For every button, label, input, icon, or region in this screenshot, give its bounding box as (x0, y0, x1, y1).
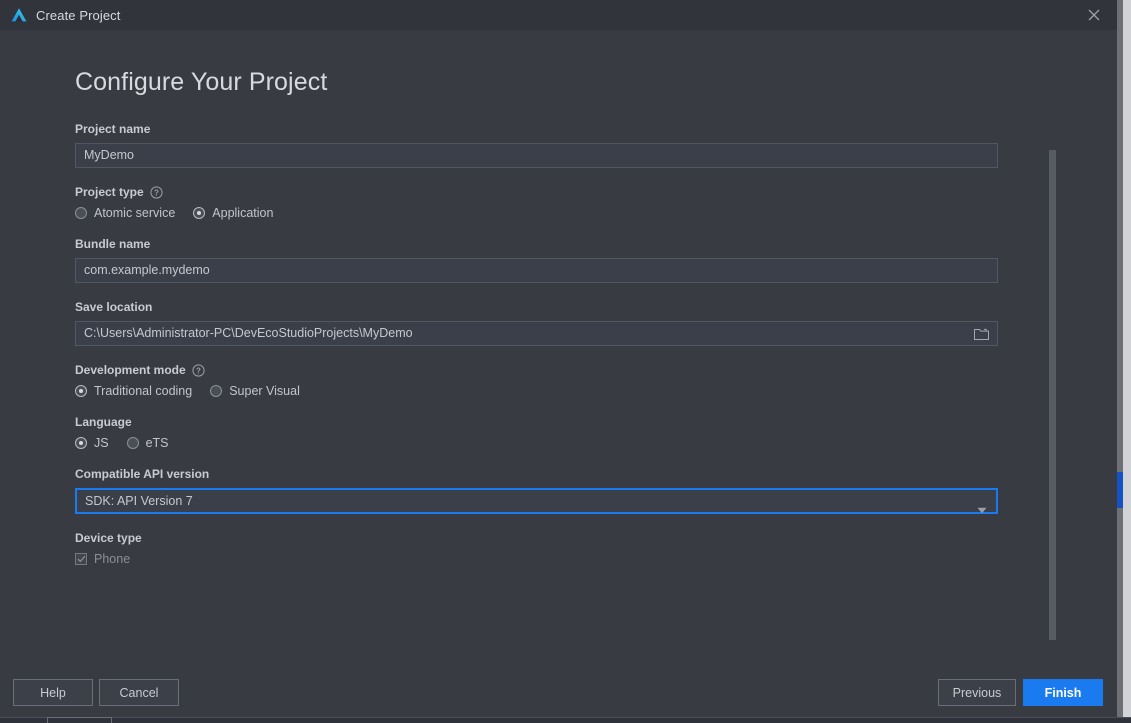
project-name-label: Project name (75, 122, 1000, 136)
finish-button[interactable]: Finish (1023, 679, 1103, 706)
project-type-radio-group: Atomic service Application (75, 206, 1000, 220)
radio-super-visual-indicator (210, 385, 223, 397)
compatible-api-version-label: Compatible API version (75, 467, 1000, 481)
checkbox-phone[interactable]: Phone (75, 552, 130, 566)
radio-application-indicator (193, 207, 206, 219)
help-circle-icon[interactable]: ? (150, 185, 163, 199)
project-name-value: MyDemo (84, 148, 135, 162)
background-window-bottom-divider (0, 717, 1131, 718)
device-type-checkbox-group: Phone (75, 552, 1000, 566)
radio-js-label: JS (94, 436, 109, 450)
radio-ets[interactable]: eTS (126, 436, 169, 450)
device-type-label-text: Device type (75, 531, 142, 545)
help-button[interactable]: Help (13, 679, 93, 706)
radio-application-label: Application (212, 206, 274, 220)
radio-ets-label: eTS (145, 436, 169, 450)
bundle-name-value: com.example.mydemo (84, 263, 210, 277)
compatible-api-version-label-text: Compatible API version (75, 467, 210, 481)
cancel-button[interactable]: Cancel (99, 679, 179, 706)
save-location-input[interactable]: C:\Users\Administrator-PC\DevEcoStudioPr… (75, 321, 998, 346)
radio-js[interactable]: JS (75, 436, 109, 450)
deveco-triangle-logo-icon (10, 7, 28, 23)
help-circle-icon[interactable]: ? (192, 363, 205, 377)
radio-ets-indicator (126, 437, 139, 449)
bundle-name-input[interactable]: com.example.mydemo (75, 258, 998, 283)
dialog-content: Configure Your Project Project name MyDe… (0, 30, 1117, 670)
radio-traditional-coding-label: Traditional coding (94, 384, 193, 398)
compatible-api-version-select[interactable]: SDK: API Version 7 (75, 488, 998, 514)
radio-application[interactable]: Application (193, 206, 273, 220)
checkbox-phone-indicator (75, 553, 87, 565)
chevron-down-icon (977, 499, 987, 521)
radio-atomic-service[interactable]: Atomic service (75, 206, 175, 220)
background-window-right-outer (1123, 0, 1131, 723)
radio-atomic-service-label: Atomic service (94, 206, 176, 220)
development-mode-radio-group: Traditional coding Super Visual (75, 384, 1000, 398)
radio-atomic-service-indicator (75, 207, 87, 219)
radio-traditional-coding-indicator (75, 385, 87, 397)
dialog-footer: Help Cancel Previous Finish (0, 670, 1117, 717)
previous-button[interactable]: Previous (938, 679, 1016, 706)
radio-traditional-coding[interactable]: Traditional coding (75, 384, 192, 398)
project-type-label: Project type ? (75, 185, 1000, 199)
project-name-label-text: Project name (75, 122, 151, 136)
bundle-name-label-text: Bundle name (75, 237, 151, 251)
development-mode-label: Development mode ? (75, 363, 1000, 377)
checkbox-phone-label: Phone (94, 552, 131, 566)
background-window-right-highlight (1116, 472, 1123, 508)
development-mode-label-text: Development mode (75, 363, 186, 377)
svg-text:?: ? (154, 188, 159, 197)
compatible-api-version-value: SDK: API Version 7 (85, 494, 193, 508)
device-type-label: Device type (75, 531, 1000, 545)
background-window-bottom-tab (47, 717, 112, 723)
dialog-titlebar: Create Project (0, 0, 1117, 30)
language-label: Language (75, 415, 1000, 429)
page-title: Configure Your Project (75, 68, 328, 96)
project-name-input[interactable]: MyDemo (75, 143, 998, 168)
language-radio-group: JS eTS (75, 436, 1000, 450)
bundle-name-label: Bundle name (75, 237, 1000, 251)
svg-text:?: ? (196, 366, 201, 375)
project-config-form: Project name MyDemo Project type ? Atomi… (75, 122, 1000, 566)
close-icon[interactable] (1071, 0, 1117, 30)
project-type-label-text: Project type (75, 185, 144, 199)
save-location-value: C:\Users\Administrator-PC\DevEcoStudioPr… (84, 326, 413, 340)
radio-super-visual-label: Super Visual (229, 384, 300, 398)
form-scrollbar-thumb[interactable] (1049, 150, 1056, 640)
save-location-label-text: Save location (75, 300, 153, 314)
save-location-label: Save location (75, 300, 1000, 314)
language-label-text: Language (75, 415, 132, 429)
folder-icon[interactable] (973, 325, 990, 350)
create-project-dialog: Create Project Configure Your Project Pr… (0, 0, 1117, 717)
dialog-title: Create Project (36, 7, 121, 23)
radio-js-indicator (75, 437, 87, 449)
radio-super-visual[interactable]: Super Visual (210, 384, 300, 398)
